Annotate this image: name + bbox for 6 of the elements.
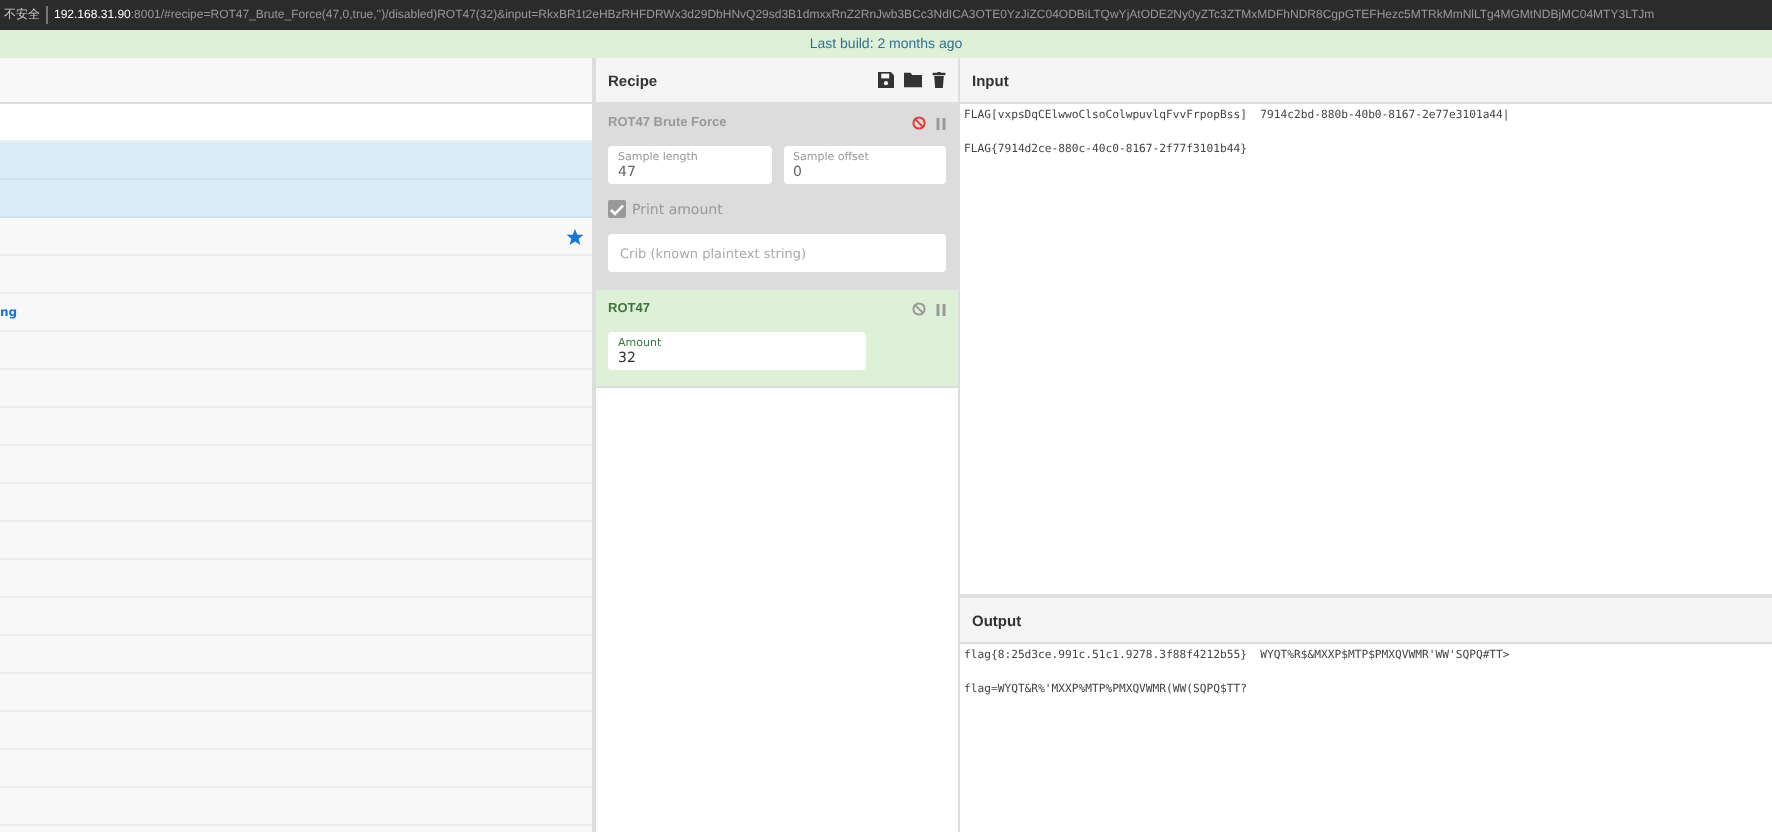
trash-icon[interactable] [932, 72, 946, 88]
pause-icon[interactable] [936, 303, 946, 315]
save-icon[interactable] [878, 72, 894, 88]
disable-icon[interactable] [912, 302, 926, 316]
star-icon[interactable] [566, 227, 584, 245]
folder-icon[interactable] [904, 72, 922, 88]
